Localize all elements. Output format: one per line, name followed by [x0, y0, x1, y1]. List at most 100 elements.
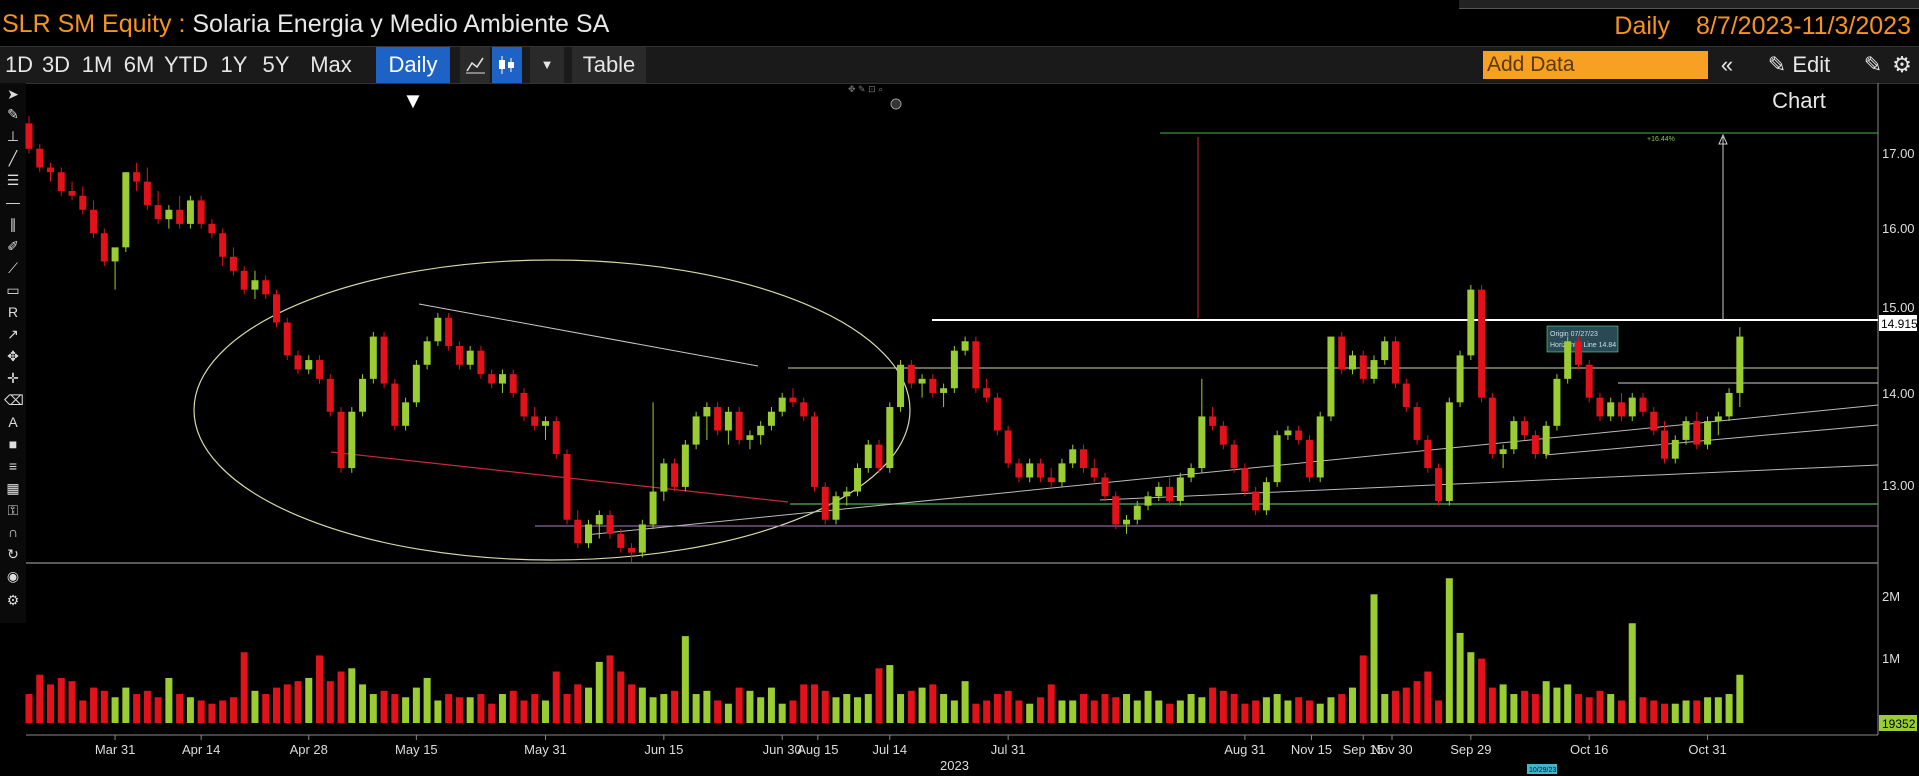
candle-body[interactable]	[165, 209, 173, 220]
candle-body[interactable]	[1413, 407, 1421, 440]
volume-bar[interactable]	[412, 687, 420, 723]
volume-bar[interactable]	[1004, 690, 1012, 723]
volume-bar[interactable]	[1553, 687, 1561, 723]
candle-body[interactable]	[574, 519, 582, 544]
candle-body[interactable]	[348, 411, 356, 469]
candle-body[interactable]	[1467, 289, 1475, 356]
volume-bar[interactable]	[1628, 623, 1636, 723]
volume-bar[interactable]	[950, 700, 958, 723]
candle-body[interactable]	[886, 407, 894, 469]
volume-bar[interactable]	[57, 677, 65, 723]
candle-body[interactable]	[1392, 341, 1400, 384]
rising-trendline-2[interactable]	[1544, 424, 1879, 456]
volume-bar[interactable]	[574, 684, 582, 723]
chart-menu-icon[interactable]	[890, 98, 902, 110]
volume-bar[interactable]	[1736, 674, 1744, 723]
volume-bar[interactable]	[735, 687, 743, 723]
volume-bar[interactable]	[1564, 684, 1572, 723]
volume-bar[interactable]	[305, 677, 313, 723]
candle-body[interactable]	[778, 397, 786, 412]
volume-bar[interactable]	[455, 697, 463, 723]
candle-body[interactable]	[1359, 355, 1367, 379]
volume-bar[interactable]	[767, 687, 775, 723]
volume-bar[interactable]	[993, 694, 1001, 723]
candle-body[interactable]	[176, 209, 184, 224]
candle-body[interactable]	[1219, 425, 1227, 445]
volume-bar[interactable]	[1241, 703, 1249, 723]
candle-body[interactable]	[1058, 463, 1066, 483]
volume-bar[interactable]	[1585, 697, 1593, 723]
candle-body[interactable]	[929, 378, 937, 393]
volume-bar[interactable]	[1219, 690, 1227, 723]
candle-body[interactable]	[1553, 378, 1561, 426]
volume-bar[interactable]	[434, 700, 442, 723]
volume-bar[interactable]	[1370, 594, 1378, 723]
candle-body[interactable]	[1101, 477, 1109, 497]
volume-bar[interactable]	[1295, 697, 1303, 723]
volume-bar[interactable]	[359, 684, 367, 723]
volume-bar[interactable]	[897, 694, 905, 723]
volume-bar[interactable]	[1542, 681, 1550, 723]
zoom-controls-icon[interactable]: ✥ ✎ ⊡ ⌕	[848, 84, 883, 94]
candle-body[interactable]	[585, 524, 593, 544]
volume-bar[interactable]	[810, 684, 818, 723]
volume-bar[interactable]	[961, 681, 969, 723]
candle-body[interactable]	[692, 416, 700, 445]
candle-body[interactable]	[1026, 463, 1034, 478]
candle-body[interactable]	[520, 392, 528, 417]
candle-body[interactable]	[25, 123, 33, 149]
volume-bar[interactable]	[585, 687, 593, 723]
volume-bar[interactable]	[1359, 655, 1367, 723]
candle-body[interactable]	[789, 397, 797, 403]
volume-bar[interactable]	[929, 684, 937, 723]
candle-body[interactable]	[531, 416, 539, 426]
volume-bar[interactable]	[617, 671, 625, 723]
candle-body[interactable]	[79, 195, 87, 210]
volume-bar[interactable]	[1467, 652, 1475, 723]
volume-bar[interactable]	[1305, 700, 1313, 723]
candle-body[interactable]	[498, 374, 506, 384]
volume-bar[interactable]	[154, 697, 162, 723]
candle-body[interactable]	[229, 256, 237, 271]
volume-bar[interactable]	[983, 700, 991, 723]
candle-body[interactable]	[219, 233, 227, 257]
volume-bar[interactable]	[488, 703, 496, 723]
candle-body[interactable]	[1036, 463, 1044, 478]
candle-body[interactable]	[1176, 477, 1184, 501]
volume-bar[interactable]	[186, 697, 194, 723]
volume-bar[interactable]	[746, 690, 754, 723]
volume-bar[interactable]	[423, 677, 431, 723]
candle-body[interactable]	[1671, 439, 1679, 459]
candle-body[interactable]	[1198, 416, 1206, 469]
candle-body[interactable]	[767, 411, 775, 426]
volume-bar[interactable]	[47, 684, 55, 723]
candle-body[interactable]	[1144, 496, 1152, 506]
candle-body[interactable]	[1252, 491, 1260, 511]
volume-bar[interactable]	[1209, 687, 1217, 723]
volume-bar[interactable]	[1521, 690, 1529, 723]
candle-body[interactable]	[283, 322, 291, 356]
volume-bar[interactable]	[843, 694, 851, 723]
candle-body[interactable]	[488, 374, 496, 384]
candle-body[interactable]	[1079, 449, 1087, 469]
volume-bar[interactable]	[208, 703, 216, 723]
candle-body[interactable]	[617, 533, 625, 548]
candle-body[interactable]	[1338, 336, 1346, 370]
candle-body[interactable]	[983, 388, 991, 398]
volume-bar[interactable]	[563, 694, 571, 723]
volume-bar[interactable]	[1348, 687, 1356, 723]
volume-bar[interactable]	[918, 687, 926, 723]
volume-bar[interactable]	[1499, 684, 1507, 723]
candle-body[interactable]	[272, 294, 280, 323]
candle-body[interactable]	[197, 200, 205, 224]
candle-body[interactable]	[800, 402, 808, 417]
price-volume-chart[interactable]: +16.44% Origin 07/27/23 Horizontal Line …	[0, 0, 1919, 776]
candle-body[interactable]	[628, 547, 636, 553]
candle-body[interactable]	[36, 148, 44, 168]
candle-body[interactable]	[1112, 496, 1120, 525]
volume-bar[interactable]	[778, 703, 786, 723]
candle-body[interactable]	[455, 345, 463, 365]
volume-bar[interactable]	[1413, 681, 1421, 723]
candle-body[interactable]	[1370, 360, 1378, 379]
candle-body[interactable]	[122, 172, 130, 248]
